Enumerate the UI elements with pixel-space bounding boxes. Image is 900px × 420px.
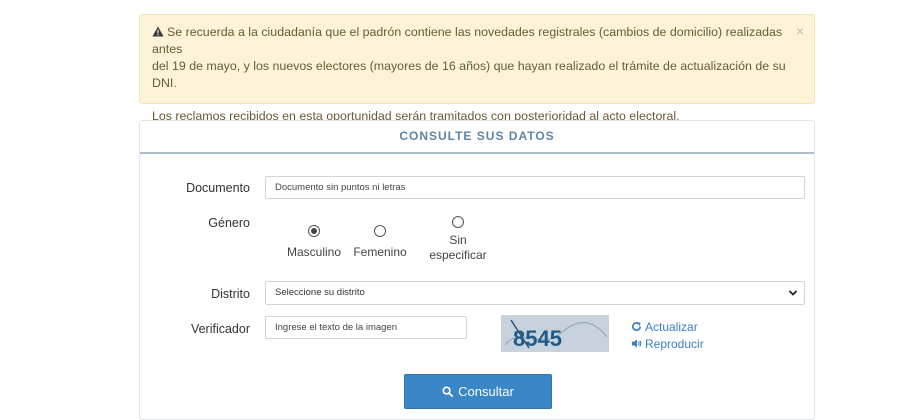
- alert-close-button[interactable]: ×: [796, 23, 804, 40]
- alert-line-2: del 19 de mayo, y los nuevos electores (…: [152, 59, 786, 90]
- play-captcha-audio-label: Reproducir: [645, 337, 704, 351]
- panel-title: CONSULTE SUS DATOS: [140, 121, 814, 154]
- radio-femenino-label: Femenino: [353, 245, 407, 259]
- radio-masculino-label: Masculino: [286, 245, 342, 259]
- chevron-down-icon: [788, 290, 798, 296]
- radio-masculino[interactable]: Masculino: [284, 225, 344, 259]
- distrito-selected-value: Seleccione su distrito: [275, 287, 365, 298]
- radio-femenino[interactable]: Femenino: [350, 225, 410, 259]
- distrito-select[interactable]: Seleccione su distrito: [265, 281, 805, 305]
- genero-label: Género: [208, 216, 250, 230]
- captcha-graphic: 8545: [504, 319, 608, 351]
- radio-femenino-circle[interactable]: [374, 225, 386, 237]
- radio-sin-especificar-label-2: especificar: [429, 248, 487, 262]
- alert-paragraph-1: Se recuerda a la ciudadanía que el padró…: [152, 24, 802, 92]
- radio-sin-especificar-label-1: Sin: [449, 233, 467, 247]
- radio-sin-especificar[interactable]: Sin especificar: [428, 216, 488, 263]
- warning-triangle-icon: [152, 26, 164, 37]
- alert-banner: Se recuerda a la ciudadanía que el padró…: [139, 14, 815, 123]
- captcha-text: 8545: [513, 326, 562, 351]
- consult-panel: CONSULTE SUS DATOS Documento Género Masc…: [139, 120, 815, 420]
- search-icon: [442, 386, 454, 397]
- radio-sin-especificar-circle[interactable]: [452, 216, 464, 228]
- alert-line-1: Se recuerda a la ciudadanía que el padró…: [152, 25, 783, 56]
- speaker-icon: [631, 339, 642, 348]
- play-captcha-audio-link[interactable]: Reproducir: [631, 337, 704, 351]
- refresh-icon: [632, 322, 641, 332]
- refresh-captcha-link[interactable]: Actualizar: [631, 320, 698, 334]
- verificador-label: Verificador: [190, 322, 250, 336]
- refresh-captcha-label: Actualizar: [645, 320, 698, 334]
- distrito-label: Distrito: [211, 287, 250, 301]
- captcha-image: 8545: [501, 315, 609, 352]
- documento-label: Documento: [186, 181, 250, 195]
- radio-masculino-circle[interactable]: [308, 225, 320, 237]
- documento-input[interactable]: [265, 176, 805, 199]
- consultar-button-label: Consultar: [458, 384, 514, 399]
- consultar-button[interactable]: Consultar: [404, 374, 552, 409]
- verificador-input[interactable]: [265, 316, 467, 339]
